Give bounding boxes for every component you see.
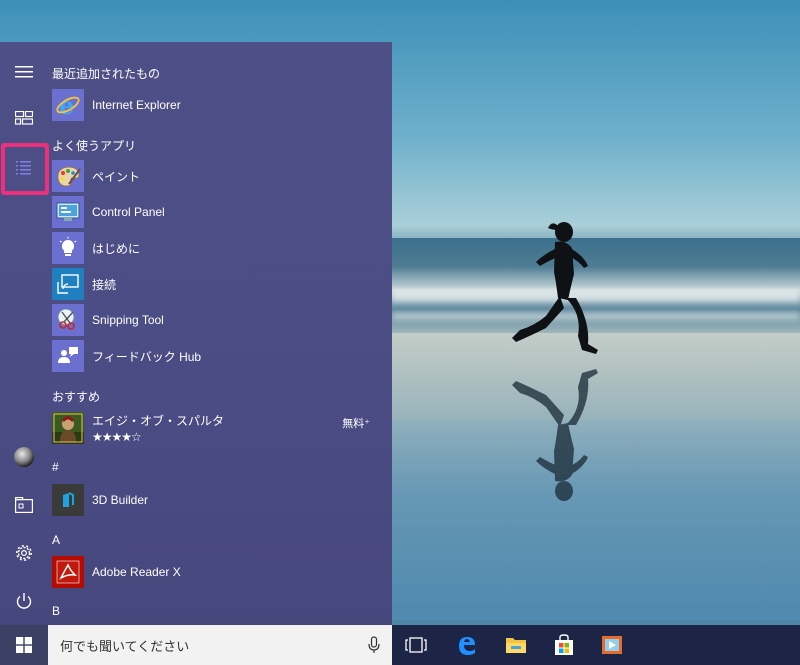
runner-silhouette [512, 222, 598, 354]
app-item-connect[interactable]: 接続 [48, 266, 392, 302]
app-tile [52, 412, 84, 444]
app-item-paint[interactable]: ペイント [48, 158, 392, 194]
media-player-taskbar-button[interactable] [590, 625, 634, 665]
search-placeholder: 何でも聞いてください [60, 639, 190, 655]
age-of-sparta-icon [52, 412, 84, 444]
suggested-app-age-of-sparta[interactable]: エイジ・オブ・スパルタ ★★★★☆ 無料⁺ [48, 409, 392, 447]
power-button[interactable] [0, 581, 48, 621]
app-label: 3D Builder [92, 493, 149, 507]
start-menu-rail [0, 42, 49, 625]
feedback-hub-icon [58, 347, 78, 363]
microphone-icon[interactable] [368, 636, 380, 654]
file-explorer-taskbar-button[interactable] [494, 625, 538, 665]
app-tile: e [52, 89, 84, 121]
app-label: Internet Explorer [92, 98, 181, 112]
app-item-control-panel[interactable]: Control Panel [48, 194, 392, 230]
app-label: Control Panel [92, 205, 165, 219]
group-header-b[interactable]: B [52, 604, 60, 618]
snipping-tool-icon [57, 308, 75, 330]
task-view-icon [405, 637, 427, 653]
app-item-snipping-tool[interactable]: Snipping Tool [48, 302, 392, 338]
store-icon [555, 634, 573, 655]
app-item-3d-builder[interactable]: 3D Builder [48, 482, 392, 518]
most-used-header: よく使うアプリ [52, 139, 137, 153]
internet-explorer-icon: e [56, 92, 80, 118]
cortana-search-box[interactable]: 何でも聞いてください [48, 625, 392, 665]
app-label: はじめに [92, 241, 141, 256]
settings-button[interactable] [0, 533, 48, 573]
highlight-annotation [1, 143, 49, 195]
control-panel-icon [56, 202, 80, 221]
edge-icon [459, 637, 475, 655]
tiles-view-button[interactable] [0, 98, 48, 138]
user-account-button[interactable] [0, 437, 48, 477]
start-button[interactable] [0, 625, 48, 665]
media-player-icon [602, 636, 622, 654]
store-taskbar-button[interactable] [542, 625, 586, 665]
power-icon [16, 593, 32, 609]
app-item-get-started[interactable]: はじめに [48, 230, 392, 266]
app-label: フィードバック Hub [92, 349, 202, 364]
get-started-icon [59, 237, 77, 256]
app-tile [52, 160, 84, 192]
app-tile [52, 232, 84, 264]
app-label: Snipping Tool [92, 313, 164, 327]
paint-icon [57, 166, 81, 187]
settings-gear-icon [16, 545, 32, 561]
app-tile [52, 196, 84, 228]
tiles-icon [15, 111, 33, 125]
user-avatar-icon [14, 447, 34, 467]
group-header-hash[interactable]: # [52, 460, 59, 474]
edge-taskbar-button[interactable] [445, 625, 489, 665]
app-tile [52, 268, 84, 300]
app-label: 接続 [92, 277, 117, 292]
connect-icon [57, 274, 79, 294]
app-item-adobe-reader[interactable]: Adobe Reader X [48, 554, 392, 590]
app-item-internet-explorer[interactable]: e Internet Explorer [48, 87, 392, 123]
3d-builder-icon [63, 492, 74, 507]
file-explorer-icon [506, 638, 526, 653]
runner-reflection [512, 369, 598, 501]
star-rating: ★★★★☆ [92, 430, 142, 444]
start-menu: 最近追加されたもの e Internet Explorer よく使うアプリ ペイ… [0, 42, 392, 625]
recently-added-header: 最近追加されたもの [52, 67, 161, 81]
expand-menu-button[interactable] [0, 52, 48, 92]
suggested-app-title: エイジ・オブ・スパルタ [92, 414, 225, 428]
adobe-reader-icon [56, 560, 80, 584]
app-item-feedback-hub[interactable]: フィードバック Hub [48, 338, 392, 374]
file-explorer-button[interactable] [0, 485, 48, 525]
file-explorer-icon [15, 497, 33, 513]
windows-start-icon [16, 637, 32, 653]
taskbar: 何でも聞いてください [0, 625, 800, 665]
app-label: Adobe Reader X [92, 565, 181, 579]
hamburger-menu-icon [15, 66, 33, 78]
suggested-header: おすすめ [52, 390, 101, 404]
group-header-a[interactable]: A [52, 533, 60, 547]
app-list: 最近追加されたもの e Internet Explorer よく使うアプリ ペイ… [48, 42, 392, 625]
app-tile [52, 556, 84, 588]
suggested-app-info: エイジ・オブ・スパルタ ★★★★☆ [92, 412, 224, 444]
task-view-button[interactable] [394, 625, 438, 665]
app-label: ペイント [92, 169, 141, 184]
suggested-app-price: 無料⁺ [342, 417, 370, 430]
app-tile [52, 304, 84, 336]
svg-text:e: e [59, 92, 74, 118]
app-tile [52, 484, 84, 516]
app-tile [52, 340, 84, 372]
